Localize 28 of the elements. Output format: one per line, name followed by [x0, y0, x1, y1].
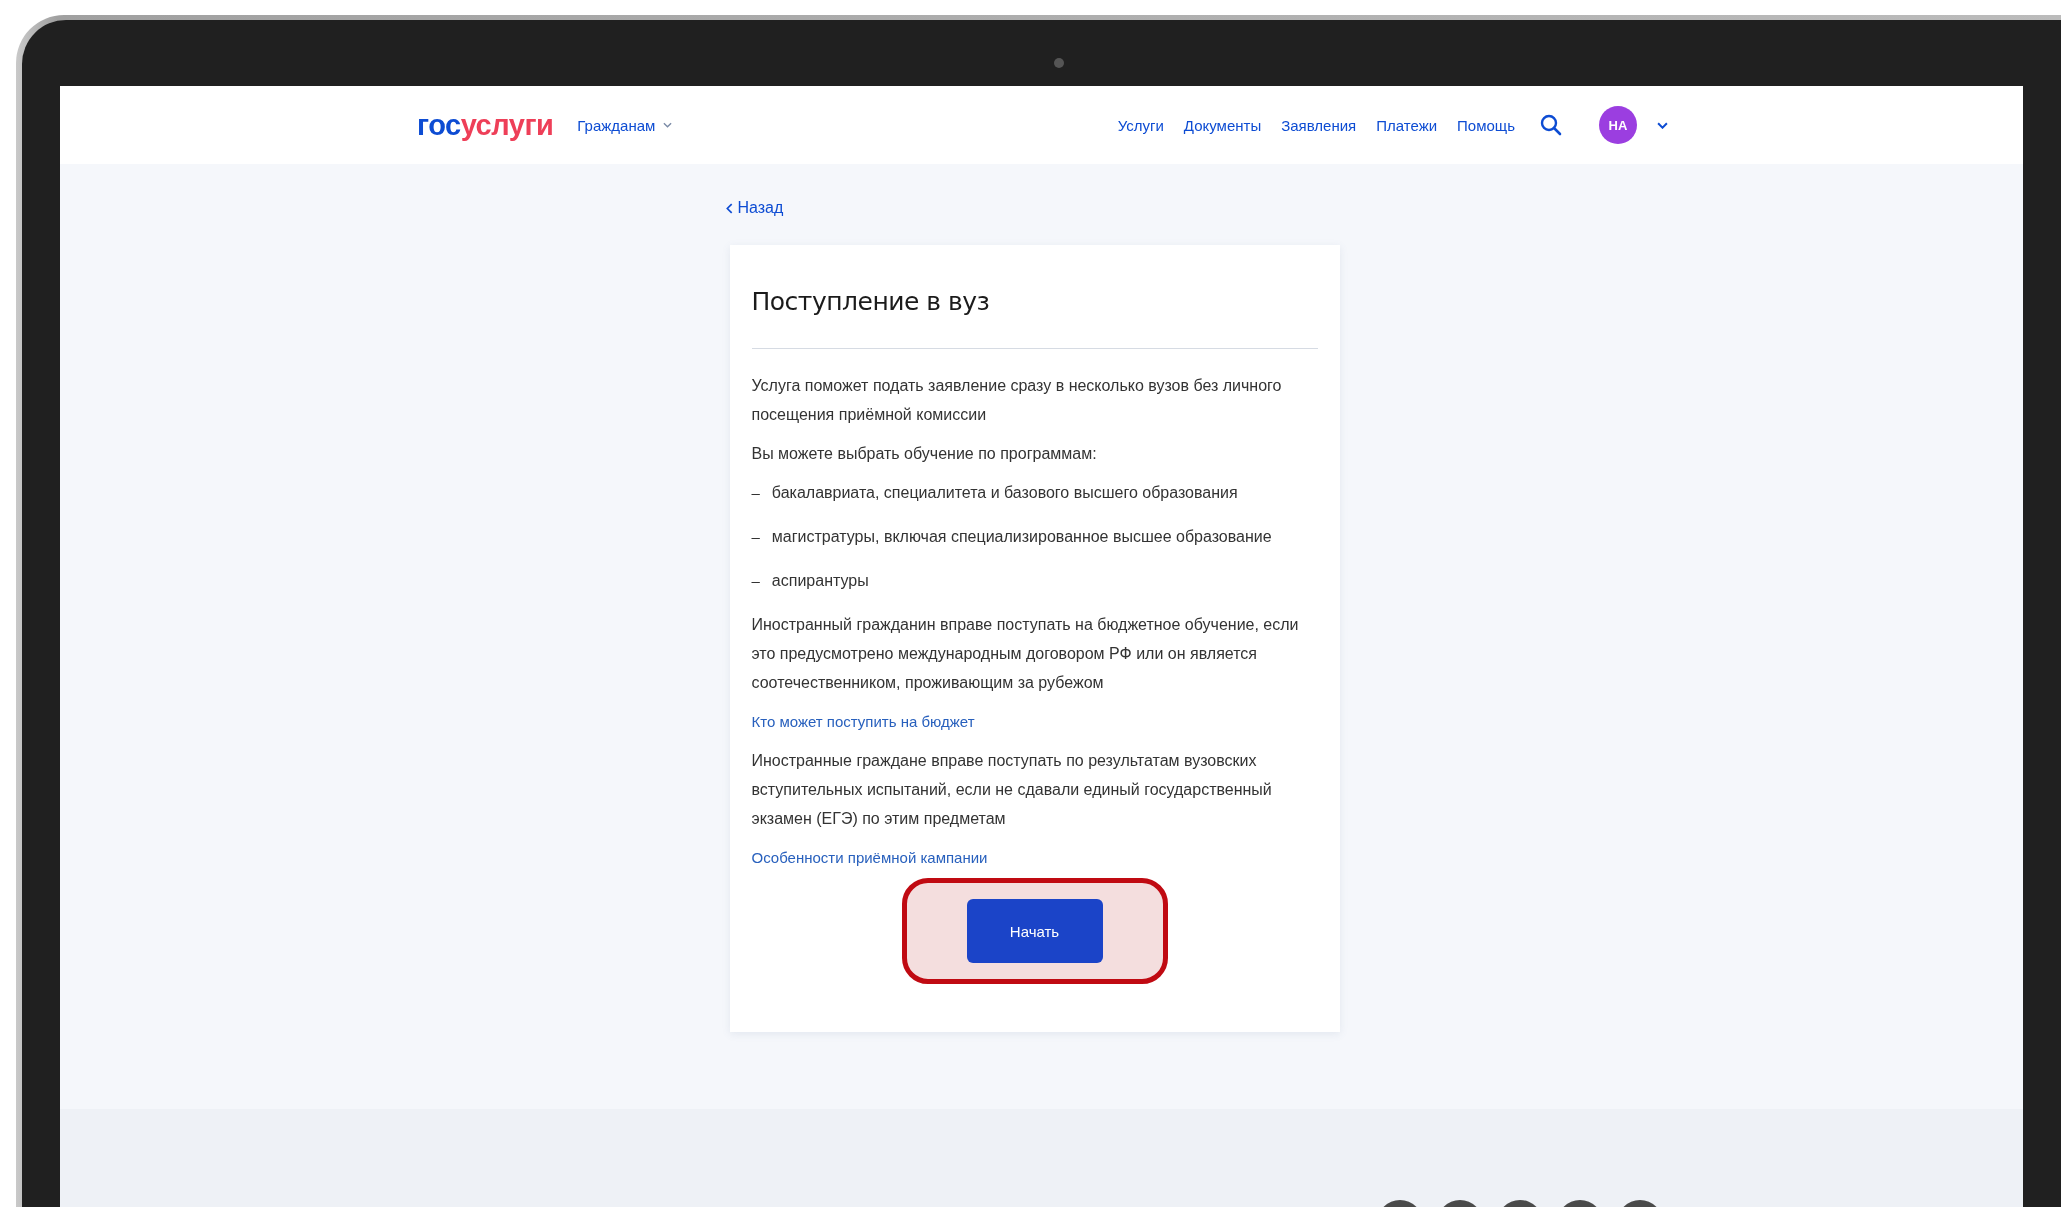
back-link[interactable]: Назад — [725, 199, 784, 217]
paragraph-text: Иностранные граждане вправе поступать по результатам вузовских вступительных испытаний, если не сдавали единый государственный экзамен (ЕГЭ) по этим предметам — [751, 751, 1273, 829]
list-marker: – — [751, 572, 760, 589]
audience-dropdown[interactable]: Гражданам — [577, 116, 673, 134]
paragraph-text: Вы можете выбрать обучение по программам: — [751, 444, 1098, 464]
paragraph-text: Услуга поможет подать заявление сразу в несколько вузов без личного посещения приёмной комиссии — [751, 376, 1283, 425]
paragraph-text: Иностранный гражданин вправе поступать на бюджетное обучение, если это предусмотрено международным договором РФ или он является соотечественником, проживающим за рубежом — [751, 615, 1300, 693]
nav-link[interactable]: Помощь — [1457, 116, 1515, 134]
card-title: Поступление в вуз — [751, 287, 991, 316]
chevron-down-icon — [663, 122, 673, 128]
nav-link[interactable]: Документы — [1183, 116, 1262, 134]
list-marker: – — [751, 528, 760, 545]
start-button[interactable]: Начать — [966, 899, 1103, 963]
nav-link[interactable]: Заявления — [1281, 116, 1357, 134]
list-marker: – — [751, 484, 760, 501]
info-link[interactable]: Кто может поступить на бюджет — [751, 707, 975, 736]
site-logo[interactable]: госуслуги — [417, 108, 554, 142]
list-item-text: аспирантуры — [771, 571, 869, 591]
chevron-left-icon — [725, 202, 733, 214]
chevron-down-icon[interactable] — [1657, 121, 1668, 129]
user-avatar[interactable]: НА — [1599, 106, 1637, 144]
list-item-text: магистратуры, включая специализированное высшее образование — [771, 527, 1272, 547]
search-icon[interactable] — [1539, 113, 1563, 137]
list-item-text: бакалавриата, специалитета и базового высшего образования — [771, 483, 1238, 503]
nav-link[interactable]: Услуги — [1117, 116, 1164, 134]
nav-link[interactable]: Платежи — [1376, 116, 1438, 134]
info-link[interactable]: Особенности приёмной кампании — [751, 843, 988, 872]
camera-dot — [1054, 58, 1064, 68]
